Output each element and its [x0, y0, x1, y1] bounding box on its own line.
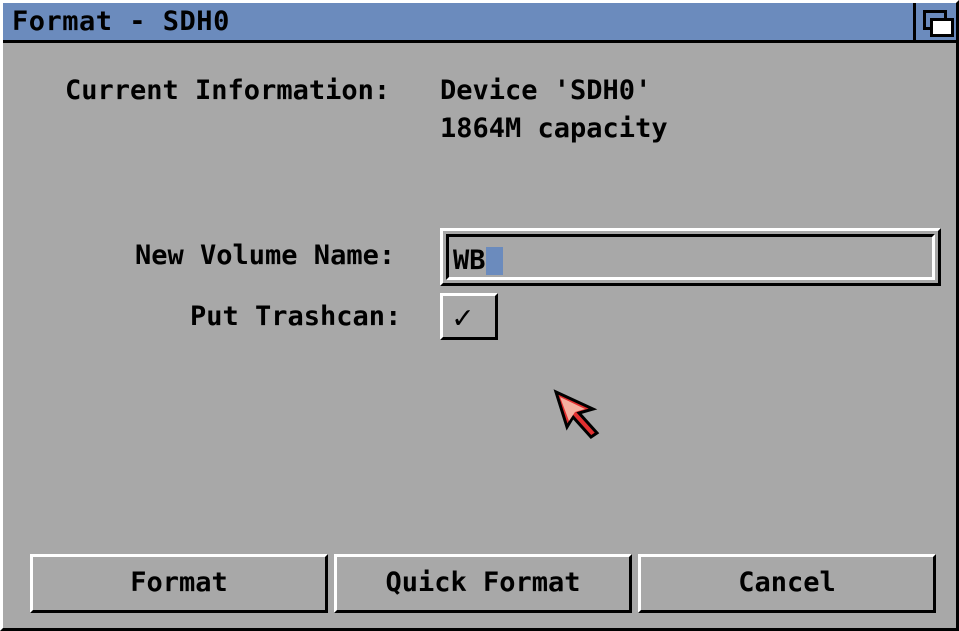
- volume-name-label: New Volume Name:: [135, 240, 396, 271]
- text-cursor: [485, 247, 503, 275]
- format-window: Format - SDH0 Current Information: Devic…: [0, 0, 959, 631]
- current-info-label: Current Information:: [65, 75, 391, 106]
- cancel-button-label: Cancel: [738, 567, 836, 598]
- volume-name-input-value[interactable]: WB: [453, 245, 503, 277]
- trashcan-checkbox[interactable]: ✓: [440, 293, 498, 340]
- depth-gadget-icon[interactable]: [913, 3, 956, 40]
- volume-name-text: WB: [453, 245, 486, 276]
- format-button-label: Format: [130, 567, 228, 598]
- format-button[interactable]: Format: [30, 554, 328, 613]
- quick-format-button[interactable]: Quick Format: [334, 554, 632, 613]
- depth-front-square: [930, 18, 954, 37]
- capacity-text: 1864M capacity: [440, 113, 668, 144]
- volume-name-field-inner[interactable]: WB: [446, 234, 935, 280]
- checkmark-icon: ✓: [453, 298, 473, 336]
- trashcan-label: Put Trashcan:: [190, 301, 402, 332]
- window-title: Format - SDH0: [12, 6, 230, 37]
- device-name-text: Device 'SDH0': [440, 75, 652, 106]
- cancel-button[interactable]: Cancel: [638, 554, 936, 613]
- title-bar[interactable]: Format - SDH0: [3, 3, 956, 43]
- quick-format-button-label: Quick Format: [385, 567, 581, 598]
- mouse-pointer-icon: [553, 389, 600, 439]
- volume-name-field[interactable]: WB: [440, 228, 941, 286]
